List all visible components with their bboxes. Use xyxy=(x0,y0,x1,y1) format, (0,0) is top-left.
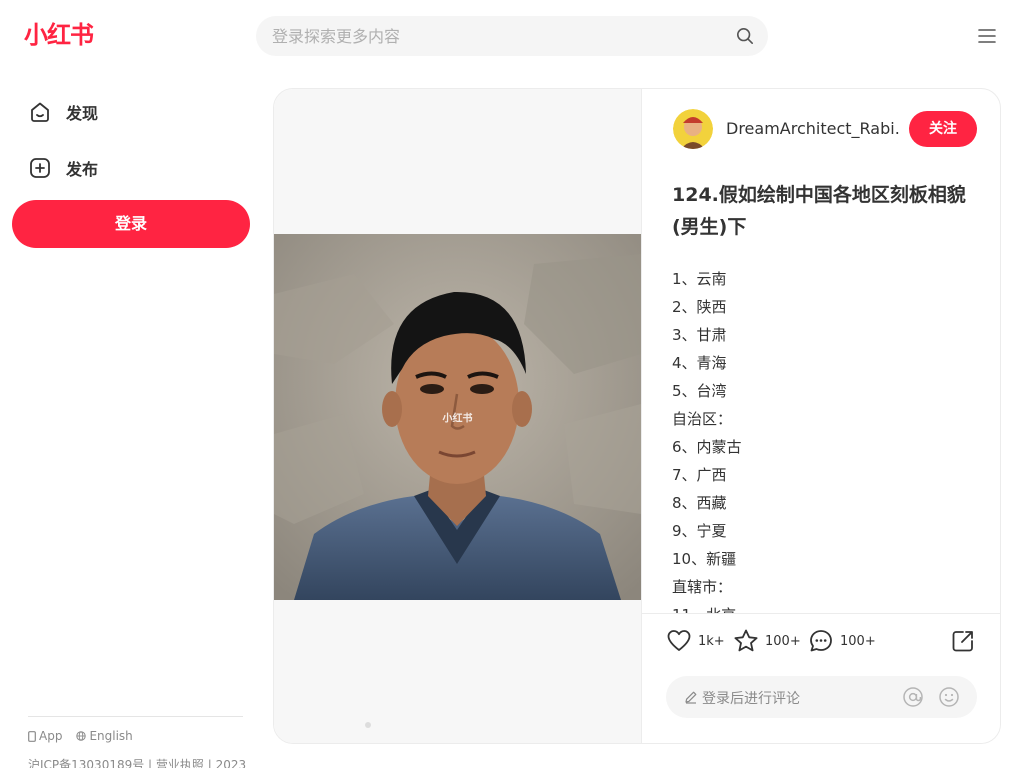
comment-input[interactable]: 登录后进行评论 xyxy=(666,676,977,718)
carousel-indicator xyxy=(365,722,371,728)
divider xyxy=(28,716,243,717)
note-body: 1、云南 2、陕西 3、甘肃 4、青海 5、台湾 自治区： 6、内蒙古 7、广西… xyxy=(672,265,972,613)
search-input[interactable] xyxy=(272,16,712,56)
note-panel: DreamArchitect_Rabi. 关注 124.假如绘制中国各地区刻板相… xyxy=(641,89,1000,743)
body-line: 直辖市： xyxy=(672,578,733,596)
note-media: 小红书 xyxy=(274,89,641,743)
body-line: 自治区： xyxy=(672,410,733,428)
app-link-label: App xyxy=(39,729,63,743)
body-line: 2、陕西 xyxy=(672,298,727,316)
logo[interactable]: 小红书 xyxy=(24,20,94,50)
body-line: 1、云南 xyxy=(672,270,727,288)
follow-button[interactable]: 关注 xyxy=(909,111,977,147)
app-link[interactable]: App xyxy=(28,729,62,743)
search-bar[interactable] xyxy=(256,16,768,56)
home-icon xyxy=(31,102,49,122)
note-detail: 小红书 DreamArchitect_Rabi. 关注 124.假如绘制中国各地… xyxy=(273,88,1001,744)
collect-button[interactable]: 100+ xyxy=(733,628,801,654)
note-title: 124.假如绘制中国各地区刻板相貌(男生)下 xyxy=(672,184,966,238)
body-line: 10、新疆 xyxy=(672,550,737,568)
language-link[interactable]: English xyxy=(76,729,133,743)
comment-button[interactable]: 100+ xyxy=(808,628,876,654)
plus-square-icon xyxy=(30,158,50,178)
body-line: 3、甘肃 xyxy=(672,326,727,344)
menu-icon[interactable] xyxy=(978,28,996,44)
pen-icon xyxy=(685,691,697,704)
body-line: 7、广西 xyxy=(672,466,727,484)
share-icon[interactable] xyxy=(950,628,976,654)
like-count: 1k+ xyxy=(698,633,725,649)
sidebar-item-label: 发布 xyxy=(66,160,99,179)
body-line: 9、宁夏 xyxy=(672,522,727,540)
body-line: 8、西藏 xyxy=(672,494,727,512)
body-line: 4、青海 xyxy=(672,354,727,372)
comment-icon xyxy=(810,630,832,652)
phone-icon xyxy=(28,730,36,742)
sidebar-item-discover[interactable]: 发现 xyxy=(28,94,98,130)
comment-count: 100+ xyxy=(840,633,876,649)
globe-icon xyxy=(76,731,87,741)
footer-links: App English xyxy=(28,729,133,743)
heart-icon xyxy=(667,630,691,651)
sidebar-item-label: 发现 xyxy=(66,104,99,123)
body-line: 11、北京 xyxy=(672,601,972,613)
watermark: 小红书 xyxy=(442,413,473,425)
body-line: 6、内蒙古 xyxy=(672,438,742,456)
mention-icon[interactable] xyxy=(902,686,924,708)
note-image[interactable]: 小红书 xyxy=(274,234,641,600)
collect-count: 100+ xyxy=(765,633,801,649)
icp-text: 沪ICP备13030189号 | 营业执照 | 2023 xyxy=(28,758,247,768)
language-link-label: English xyxy=(89,729,133,743)
sidebar-item-publish[interactable]: 发布 xyxy=(28,150,98,186)
star-icon xyxy=(734,629,758,652)
login-button[interactable]: 登录 xyxy=(12,200,250,248)
comment-placeholder: 登录后进行评论 xyxy=(702,691,800,707)
emoji-icon[interactable] xyxy=(938,686,960,708)
avatar[interactable] xyxy=(673,109,713,149)
note-content: 124.假如绘制中国各地区刻板相貌(男生)下 1、云南 2、陕西 3、甘肃 4、… xyxy=(672,179,972,613)
author-name[interactable]: DreamArchitect_Rabi. xyxy=(726,119,900,138)
body-line: 5、台湾 xyxy=(672,382,727,400)
interaction-bar: 1k+ 100+ 100+ 登录后进行评论 xyxy=(642,613,1000,743)
like-button[interactable]: 1k+ xyxy=(666,628,725,654)
search-icon[interactable] xyxy=(736,27,754,45)
